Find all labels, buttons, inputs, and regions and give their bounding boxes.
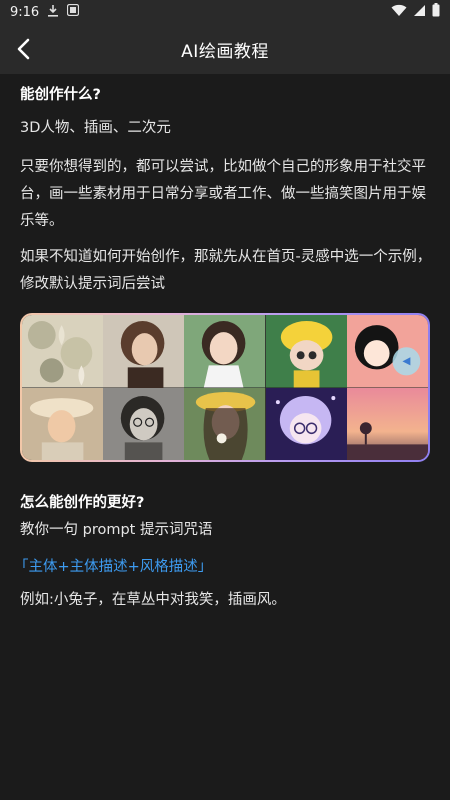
page-title: AI绘画教程 — [181, 41, 269, 62]
gallery-image-girl-with-flower-hat — [184, 387, 266, 460]
gallery-image-old-photo-glasses-woman — [103, 387, 185, 460]
battery-icon — [432, 3, 440, 21]
what-description: 只要你想得到的，都可以尝试，比如做个自己的形象用于社交平台，画一些素材用于日常分… — [20, 159, 426, 229]
status-bar: 9:16 — [0, 0, 450, 24]
prompt-intro: 教你一句 prompt 提示词咒语 — [20, 522, 213, 538]
notification-app-icon — [67, 3, 80, 20]
gallery-image-sunset-landscape — [346, 387, 428, 460]
gallery-image-purple-chibi-glasses — [265, 387, 347, 460]
gallery-image-vintage-portrait-girl — [103, 315, 185, 388]
prompt-example: 例如:小兔子，在草丛中对我笑，插画风。 — [20, 592, 286, 608]
gallery-image-anime-girl-fishbowl — [346, 315, 428, 388]
chevron-left-icon — [17, 38, 30, 60]
how-to-start: 如果不知道如何开始创作，那就先从在首页-灵感中选一个示例，修改默认提示词后尝试 — [20, 249, 432, 292]
gallery-image-lotus-painting — [22, 315, 104, 388]
back-button[interactable] — [4, 29, 44, 69]
gallery-image-anime-girl-braids — [184, 315, 266, 388]
signal-icon — [413, 4, 426, 21]
gallery-image-girl-sunhat-painting — [22, 387, 104, 460]
prompt-formula: 「主体+主体描述+风格描述」 — [14, 559, 213, 575]
section-title-better: 怎么能创作的更好? — [20, 495, 145, 511]
app-bar: AI绘画教程 — [0, 24, 450, 74]
example-gallery — [20, 313, 430, 462]
creation-types: 3D人物、插画、二次元 — [20, 120, 171, 136]
section-title-what: 能创作什么? — [20, 87, 101, 103]
download-icon — [47, 4, 59, 21]
status-time: 9:16 — [10, 4, 40, 20]
wifi-icon — [391, 4, 407, 21]
gallery-image-3d-chibi-yellow-hat — [265, 315, 347, 388]
